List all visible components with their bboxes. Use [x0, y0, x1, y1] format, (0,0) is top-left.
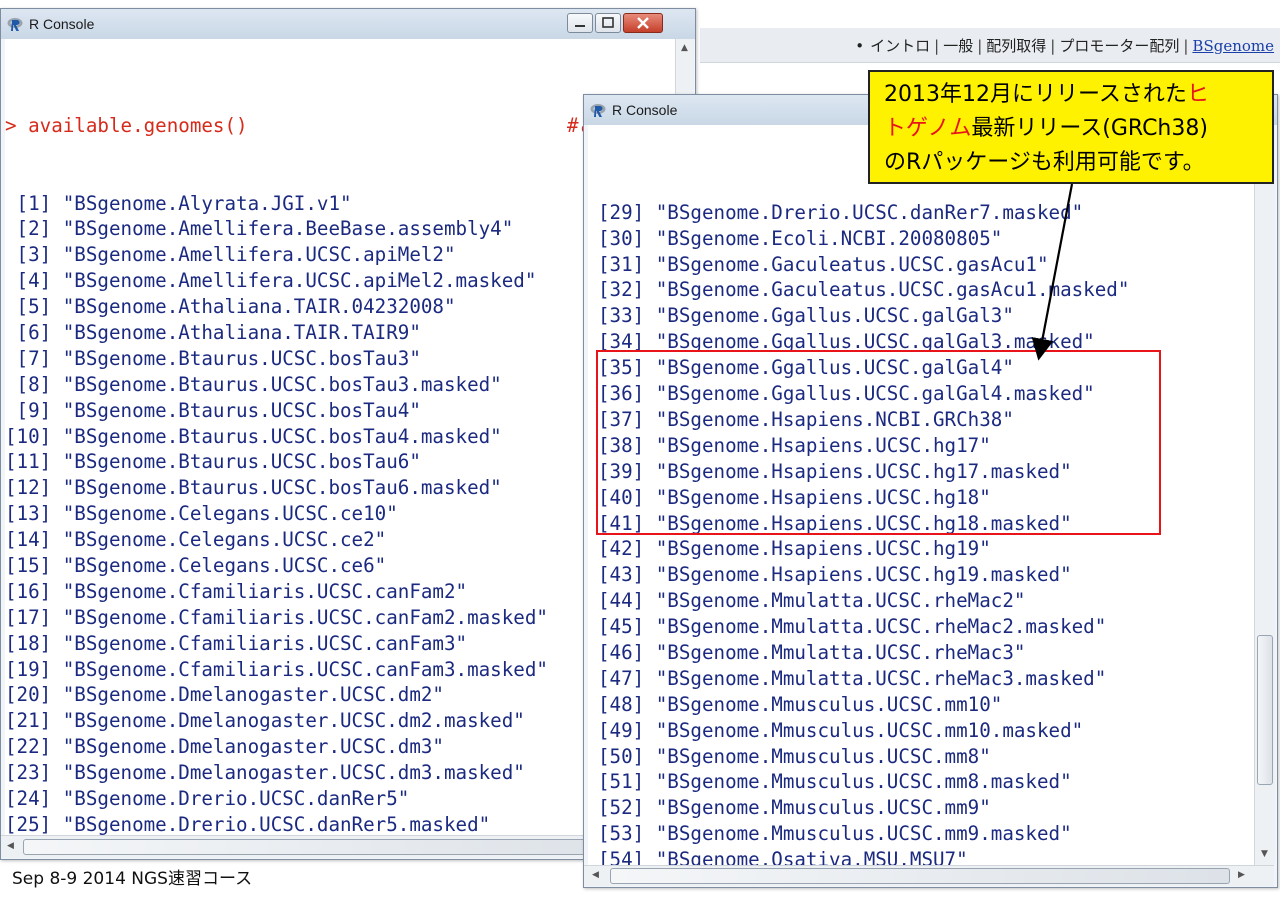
slide-nav: • イントロ | 一般 | 配列取得 | プロモーター配列 | BSgenome — [855, 37, 1274, 55]
console-line: [42] "BSgenome.Hsapiens.UCSC.hg19" — [598, 537, 991, 561]
console-line: [54] "BSgenome.Osativa.MSU.MSU7" — [598, 848, 968, 865]
maximize-icon — [602, 17, 614, 28]
close-icon — [637, 17, 649, 29]
scroll-thumb[interactable] — [1257, 635, 1273, 785]
r-logo-icon — [7, 18, 23, 31]
scroll-up-icon[interactable]: ▲ — [681, 43, 688, 53]
console-line: [6] "BSgenome.Athaliana.TAIR.TAIR9" — [5, 320, 421, 344]
slide-nav-bar: • イントロ | 一般 | 配列取得 | プロモーター配列 | BSgenome — [700, 28, 1280, 63]
console-line: [30] "BSgenome.Ecoli.NCBI.20080805" — [598, 226, 1003, 250]
console-line: [10] "BSgenome.Btaurus.UCSC.bosTau4.mask… — [5, 424, 502, 448]
console-line: [45] "BSgenome.Mmulatta.UCSC.rheMac2.mas… — [598, 615, 1107, 639]
console-line: [29] "BSgenome.Drerio.UCSC.danRer7.maske… — [598, 200, 1084, 224]
window-title: R Console — [612, 102, 678, 118]
nav-item-intro[interactable]: イントロ — [870, 37, 930, 55]
window-title: R Console — [29, 16, 95, 32]
prompt-command: > available.genomes() — [5, 113, 248, 137]
callout-line-1: 2013年12月にリリースされたヒ — [884, 82, 1209, 107]
console-line: [52] "BSgenome.Mmusculus.UCSC.mm9" — [598, 796, 991, 820]
console-line: [11] "BSgenome.Btaurus.UCSC.bosTau6" — [5, 450, 421, 474]
console-line: [8] "BSgenome.Btaurus.UCSC.bosTau3.maske… — [5, 372, 502, 396]
console-line: [25] "BSgenome.Drerio.UCSC.danRer5.maske… — [5, 812, 491, 835]
console-line: [43] "BSgenome.Hsapiens.UCSC.hg19.masked… — [598, 563, 1072, 587]
horizontal-scrollbar[interactable]: ◀ ▶ — [584, 865, 1274, 886]
callout-line-3: のRパッケージも利用可能です。 — [884, 150, 1205, 175]
scroll-right-icon[interactable]: ▶ — [1238, 870, 1245, 880]
console-line: [4] "BSgenome.Amellifera.UCSC.apiMel2.ma… — [5, 269, 537, 293]
console-line: [7] "BSgenome.Btaurus.UCSC.bosTau3" — [5, 346, 421, 370]
scroll-down-icon[interactable]: ▼ — [1261, 849, 1268, 859]
console-line: [47] "BSgenome.Mmulatta.UCSC.rheMac3.mas… — [598, 666, 1107, 690]
r-logo-icon — [590, 104, 606, 117]
nav-link-bsgenome[interactable]: BSgenome — [1192, 37, 1274, 55]
console-line: [14] "BSgenome.Celegans.UCSC.ce2" — [5, 528, 387, 552]
console-line: [1] "BSgenome.Alyrata.JGI.v1" — [5, 191, 352, 215]
console-line: [32] "BSgenome.Gaculeatus.UCSC.gasAcu1.m… — [598, 278, 1130, 302]
console-line: [48] "BSgenome.Mmusculus.UCSC.mm10" — [598, 692, 1003, 716]
console-line: [18] "BSgenome.Cfamiliaris.UCSC.canFam3" — [5, 631, 468, 655]
console-line: [9] "BSgenome.Btaurus.UCSC.bosTau4" — [5, 398, 421, 422]
scroll-thumb[interactable] — [610, 868, 1230, 884]
titlebar: R Console — [1, 9, 695, 39]
minimize-icon — [575, 25, 585, 27]
console-output[interactable]: > available.genomes()#この$ [1] "BSgenome.… — [5, 39, 675, 835]
console-line: [31] "BSgenome.Gaculeatus.UCSC.gasAcu1" — [598, 252, 1049, 276]
console-line: [17] "BSgenome.Cfamiliaris.UCSC.canFam2.… — [5, 605, 548, 629]
nav-bullet: • — [855, 37, 865, 55]
maximize-button[interactable] — [595, 13, 621, 33]
minimize-button[interactable] — [567, 13, 593, 33]
console-line: [12] "BSgenome.Btaurus.UCSC.bosTau6.mask… — [5, 476, 502, 500]
console-line: [19] "BSgenome.Cfamiliaris.UCSC.canFam3.… — [5, 657, 548, 681]
console-line: [15] "BSgenome.Celegans.UCSC.ce6" — [5, 553, 387, 577]
console-line: [2] "BSgenome.Amellifera.BeeBase.assembl… — [5, 217, 514, 241]
close-button[interactable] — [623, 13, 663, 33]
console-line: [13] "BSgenome.Celegans.UCSC.ce10" — [5, 502, 398, 526]
console-line: [16] "BSgenome.Cfamiliaris.UCSC.canFam2" — [5, 579, 468, 603]
vertical-scrollbar[interactable]: ▼ — [1254, 125, 1275, 865]
scroll-left-icon[interactable]: ◀ — [7, 841, 14, 851]
console-line: [20] "BSgenome.Dmelanogaster.UCSC.dm2" — [5, 683, 444, 707]
console-line: [49] "BSgenome.Mmusculus.UCSC.mm10.maske… — [598, 718, 1084, 742]
console-line: [22] "BSgenome.Dmelanogaster.UCSC.dm3" — [5, 735, 444, 759]
console-line: [5] "BSgenome.Athaliana.TAIR.04232008" — [5, 295, 456, 319]
console-line: [23] "BSgenome.Dmelanogaster.UCSC.dm3.ma… — [5, 761, 525, 785]
console-line: [51] "BSgenome.Mmusculus.UCSC.mm8.masked… — [598, 770, 1072, 794]
nav-item-promoter[interactable]: プロモーター配列 — [1059, 37, 1179, 55]
annotation-callout: 2013年12月にリリースされたヒ トゲノム最新リリース(GRCh38) のRパ… — [868, 70, 1274, 184]
prompt-line: > available.genomes()#この$ — [5, 113, 675, 139]
console-line: [24] "BSgenome.Drerio.UCSC.danRer5" — [5, 787, 410, 810]
console-line: [21] "BSgenome.Dmelanogaster.UCSC.dm2.ma… — [5, 709, 525, 733]
nav-item-general[interactable]: 一般 — [943, 37, 973, 55]
console-line: [50] "BSgenome.Mmusculus.UCSC.mm8" — [598, 744, 991, 768]
nav-item-sequence[interactable]: 配列取得 — [986, 37, 1046, 55]
callout-line-2: トゲノム最新リリース(GRCh38) — [884, 116, 1208, 141]
scroll-thumb[interactable] — [23, 839, 623, 855]
scroll-left-icon[interactable]: ◀ — [592, 870, 599, 880]
console-line: [44] "BSgenome.Mmulatta.UCSC.rheMac2" — [598, 589, 1026, 613]
console-line: [53] "BSgenome.Mmusculus.UCSC.mm9.masked… — [598, 822, 1072, 846]
output-lines: [1] "BSgenome.Alyrata.JGI.v1" [2] "BSgen… — [5, 191, 675, 835]
console-line: [33] "BSgenome.Ggallus.UCSC.galGal3" — [598, 304, 1014, 328]
console-line: [46] "BSgenome.Mmulatta.UCSC.rheMac3" — [598, 640, 1026, 664]
slide-footer: Sep 8-9 2014 NGS速習コース — [12, 869, 253, 889]
hsapiens-highlight-box — [596, 350, 1161, 535]
console-line: [3] "BSgenome.Amellifera.UCSC.apiMel2" — [5, 243, 456, 267]
